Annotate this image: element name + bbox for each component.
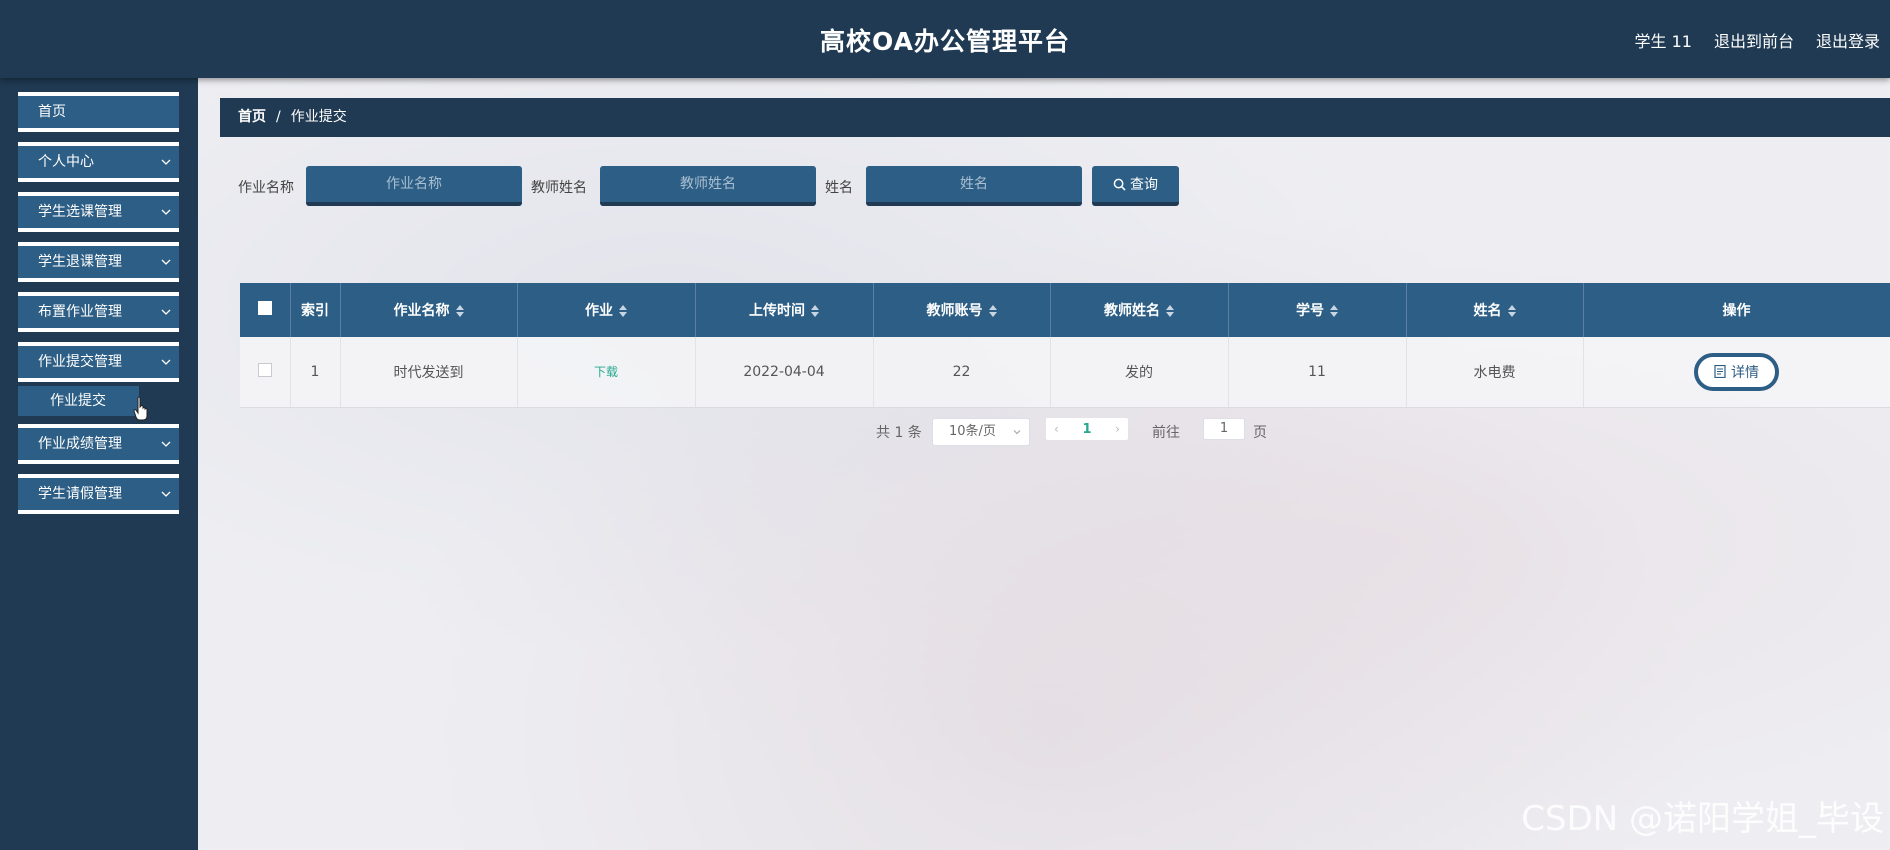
sidebar-item-label: 个人中心 — [38, 154, 94, 170]
header-select-all[interactable] — [240, 283, 291, 337]
header-teacher-account[interactable]: 教师账号 — [873, 283, 1051, 337]
sidebar: 首页 个人中心 学生选课管理 学生退课管理 布置作业管理 作业提交管理 作业提交… — [0, 78, 198, 850]
user-label: 学生 11 — [1634, 32, 1692, 51]
breadcrumb-separator: / — [276, 109, 281, 125]
sort-icon[interactable] — [1507, 305, 1516, 317]
watermark: CSDN @诺阳学姐_毕设 — [1521, 799, 1884, 839]
chevron-down-icon — [161, 359, 171, 365]
sidebar-item-label: 学生退课管理 — [38, 254, 122, 270]
sidebar-item-label: 作业成绩管理 — [38, 436, 122, 452]
sidebar-item-assign-homework[interactable]: 布置作业管理 — [18, 292, 179, 332]
cell-name: 水电费 — [1406, 337, 1584, 408]
cell-index: 1 — [290, 337, 341, 408]
teacher-name-input[interactable] — [600, 166, 816, 206]
chevron-down-icon — [161, 209, 171, 215]
document-icon — [1714, 365, 1726, 379]
table-header-row: 索引 作业名称 作业 上传时间 教师账号 教师姓名 学号 姓名 操作 — [240, 283, 1890, 337]
cell-homework-name: 时代发送到 — [340, 337, 518, 408]
select-all-checkbox[interactable] — [257, 301, 272, 315]
hand-cursor-icon — [133, 396, 148, 421]
cell-homework: 下载 — [517, 337, 696, 408]
query-button-label: 查询 — [1130, 176, 1158, 192]
header-actions: 操作 — [1583, 283, 1890, 337]
top-header: 高校OA办公管理平台 学生 11 退出到前台 退出登录 — [0, 0, 1890, 78]
chevron-down-icon — [161, 309, 171, 315]
cell-student-id: 11 — [1228, 337, 1407, 408]
page-navigator: ‹ 1 › — [1046, 418, 1128, 440]
sidebar-item-leave-management[interactable]: 学生请假管理 — [18, 474, 179, 514]
sort-icon[interactable] — [1330, 305, 1338, 317]
row-checkbox[interactable] — [257, 362, 272, 377]
breadcrumb-home[interactable]: 首页 — [238, 109, 266, 125]
header-teacher-name[interactable]: 教师姓名 — [1050, 283, 1229, 337]
user-area: 学生 11 退出到前台 退出登录 — [1635, 28, 1880, 52]
page-size-value: 10条/页 — [949, 424, 996, 439]
app-title: 高校OA办公管理平台 — [820, 27, 1070, 56]
header-index: 索引 — [290, 283, 341, 337]
chevron-down-icon — [1013, 430, 1021, 435]
page-size-select[interactable]: 10条/页 — [932, 418, 1030, 446]
chevron-down-icon — [161, 441, 171, 447]
sort-icon[interactable] — [455, 305, 464, 317]
detail-button[interactable]: 详情 — [1694, 352, 1779, 391]
sort-icon[interactable] — [619, 305, 627, 317]
sidebar-item-label: 学生请假管理 — [38, 486, 122, 502]
exit-front-link[interactable]: 退出到前台 — [1714, 28, 1794, 52]
sidebar-subitem-homework-submit[interactable]: 作业提交 — [18, 386, 139, 416]
student-name-label: 姓名 — [825, 180, 853, 196]
submission-table: 索引 作业名称 作业 上传时间 教师账号 教师姓名 学号 姓名 操作 1 时代发… — [240, 283, 1890, 408]
cell-teacher-name: 发的 — [1050, 337, 1229, 408]
header-homework-name[interactable]: 作业名称 — [340, 283, 518, 337]
main-content: 首页/作业提交 作业名称 教师姓名 姓名 查询 索引 作业名称 作 — [198, 78, 1890, 850]
chevron-down-icon — [161, 491, 171, 497]
sidebar-item-homework-submission[interactable]: 作业提交管理 — [18, 342, 179, 382]
page-suffix-label: 页 — [1253, 425, 1267, 441]
sort-icon[interactable] — [811, 305, 819, 317]
goto-label: 前往 — [1152, 425, 1180, 441]
homework-name-input[interactable] — [306, 166, 522, 206]
cell-actions: 详情 — [1583, 337, 1890, 408]
goto-page-input[interactable]: 1 — [1203, 418, 1245, 440]
detail-button-label: 详情 — [1731, 364, 1759, 381]
sort-icon[interactable] — [988, 305, 997, 317]
chevron-down-icon — [161, 259, 171, 265]
sidebar-item-personal-center[interactable]: 个人中心 — [18, 142, 179, 182]
sidebar-item-label: 学生选课管理 — [38, 204, 122, 220]
sidebar-item-label: 作业提交管理 — [38, 354, 122, 370]
homework-name-label: 作业名称 — [238, 180, 294, 196]
prev-page-icon[interactable]: ‹ — [1054, 422, 1059, 436]
next-page-icon[interactable]: › — [1115, 422, 1120, 436]
header-student-id[interactable]: 学号 — [1228, 283, 1407, 337]
logout-link[interactable]: 退出登录 — [1816, 28, 1880, 52]
current-page-number[interactable]: 1 — [1082, 422, 1091, 437]
header-homework[interactable]: 作业 — [517, 283, 696, 337]
cell-upload-time: 2022-04-04 — [695, 337, 874, 408]
sidebar-item-label: 首页 — [38, 104, 66, 120]
chevron-down-icon — [161, 159, 171, 165]
table-row: 1 时代发送到 下载 2022-04-04 22 发的 11 水电费 详情 — [240, 337, 1890, 408]
pagination-total: 共 1 条 — [876, 425, 922, 441]
sidebar-item-course-selection[interactable]: 学生选课管理 — [18, 192, 179, 232]
sort-icon[interactable] — [1166, 305, 1174, 317]
breadcrumb-current: 作业提交 — [290, 109, 347, 125]
sidebar-item-home[interactable]: 首页 — [18, 92, 179, 132]
header-name[interactable]: 姓名 — [1406, 283, 1584, 337]
cell-teacher-account: 22 — [873, 337, 1051, 408]
search-icon — [1113, 178, 1126, 191]
student-name-input[interactable] — [866, 166, 1082, 206]
sidebar-item-label: 布置作业管理 — [38, 304, 122, 320]
download-link[interactable]: 下载 — [594, 365, 618, 379]
query-button[interactable]: 查询 — [1092, 166, 1179, 206]
row-select-cell[interactable] — [240, 337, 291, 408]
header-upload-time[interactable]: 上传时间 — [695, 283, 874, 337]
teacher-name-label: 教师姓名 — [531, 180, 587, 196]
breadcrumb: 首页 / 作业提交 — [220, 98, 1890, 137]
sidebar-item-course-withdrawal[interactable]: 学生退课管理 — [18, 242, 179, 282]
sidebar-item-homework-grades[interactable]: 作业成绩管理 — [18, 424, 179, 464]
